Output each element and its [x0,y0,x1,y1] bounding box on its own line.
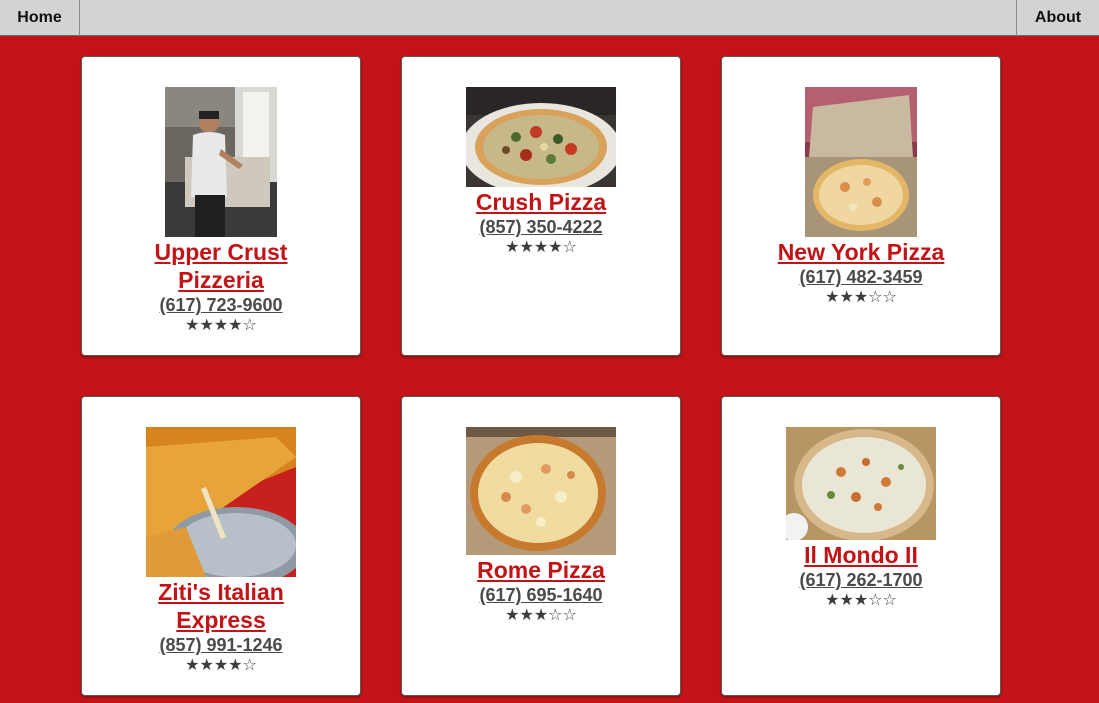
restaurant-phone-link[interactable]: (857) 350-4222 [479,216,602,238]
restaurant-name-link[interactable]: Crush Pizza [451,188,631,216]
star-rating: ★★★☆☆ [505,605,577,624]
star-rating: ★★★★☆ [185,315,257,334]
restaurant-phone-link[interactable]: (857) 991-1246 [159,634,282,656]
about-button[interactable]: About [1016,0,1099,36]
restaurant-phone-link[interactable]: (617) 262-1700 [799,569,922,591]
restaurant-card: Upper Crust Pizzeria (617) 723-9600 ★★★★… [81,56,361,356]
star-rating: ★★★☆☆ [825,590,897,609]
top-nav-bar: Home About [0,0,1099,36]
home-button[interactable]: Home [0,0,80,36]
restaurant-card: Il Mondo II (617) 262-1700 ★★★☆☆ [721,396,1001,696]
restaurant-name-link[interactable]: Il Mondo II [771,541,951,569]
restaurant-name-link[interactable]: Upper Crust Pizzeria [131,238,311,294]
star-rating: ★★★★☆ [505,237,577,256]
restaurant-phone-link[interactable]: (617) 723-9600 [159,294,282,316]
pizza-maker-photo [165,87,277,237]
star-rating: ★★★★☆ [185,655,257,674]
star-rating: ★★★☆☆ [825,287,897,306]
restaurant-card: Rome Pizza (617) 695-1640 ★★★☆☆ [401,396,681,696]
restaurant-card: Ziti's Italian Express (857) 991-1246 ★★… [81,396,361,696]
restaurant-name-link[interactable]: Rome Pizza [451,556,631,584]
restaurant-phone-link[interactable]: (617) 482-3459 [799,266,922,288]
restaurant-name-link[interactable]: Ziti's Italian Express [131,578,311,634]
vegetable-pizza-photo [466,87,616,187]
cheese-slice-photo [146,427,296,577]
boxed-pizza-photo [805,87,917,237]
restaurant-card: New York Pizza (617) 482-3459 ★★★☆☆ [721,56,1001,356]
chicken-pizza-photo [786,427,936,540]
restaurant-phone-link[interactable]: (617) 695-1640 [479,584,602,606]
hawaiian-pizza-photo [466,427,616,555]
restaurant-name-link[interactable]: New York Pizza [771,238,951,266]
restaurant-card: Crush Pizza (857) 350-4222 ★★★★☆ [401,56,681,356]
